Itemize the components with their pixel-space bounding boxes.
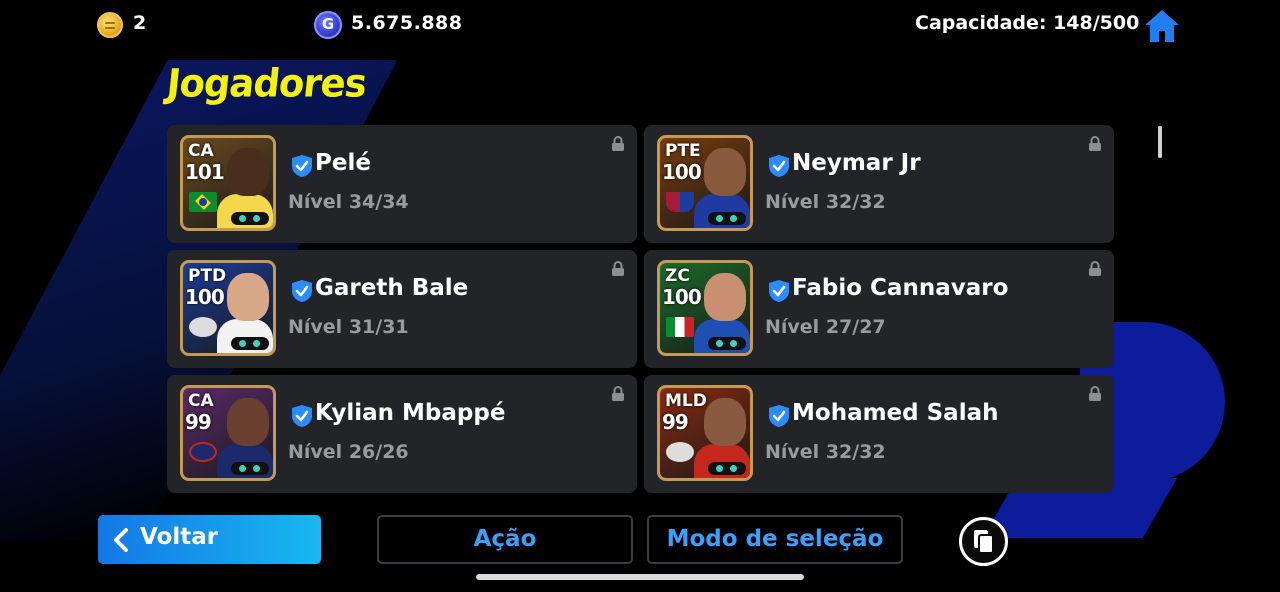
player-card[interactable]: ZC 100 Fabio Cannavaro Nível 27/27 (644, 250, 1114, 368)
player-position: CA (188, 141, 214, 161)
player-portrait: CA 101 (180, 135, 276, 231)
player-level: Nível 32/32 (765, 441, 886, 463)
player-card[interactable]: CA 99 Kylian Mbappé Nível 26/26 (167, 375, 637, 493)
page-title: Jogadores (164, 60, 369, 107)
skill-icons (708, 212, 746, 225)
player-level: Nível 26/26 (288, 441, 409, 463)
player-rating: 100 (662, 160, 702, 184)
player-portrait: PTE 100 (657, 135, 753, 231)
player-position: CA (188, 391, 214, 411)
player-rating: 99 (662, 410, 689, 434)
skill-icons (231, 212, 269, 225)
player-portrait: CA 99 (180, 385, 276, 481)
player-rating: 101 (185, 160, 225, 184)
player-position: MLD (665, 391, 707, 411)
verified-icon (292, 155, 312, 177)
back-button[interactable]: Voltar (98, 515, 321, 564)
player-card[interactable]: PTD 100 Gareth Bale Nível 31/31 (167, 250, 637, 368)
home-icon[interactable] (1143, 8, 1181, 44)
verified-icon (292, 280, 312, 302)
lock-icon[interactable] (1088, 261, 1102, 277)
italy-flag-icon (666, 317, 694, 337)
verified-icon (769, 280, 789, 302)
player-level: Nível 27/27 (765, 316, 886, 338)
home-indicator (476, 574, 804, 580)
player-name: Pelé (315, 150, 371, 176)
psg-crest-icon (189, 442, 217, 462)
player-level: Nível 32/32 (765, 191, 886, 213)
player-portrait: PTD 100 (180, 260, 276, 356)
lock-icon[interactable] (1088, 136, 1102, 152)
back-button-label: Voltar (140, 524, 219, 550)
capacity-label: Capacidade: 148/500 (915, 12, 1140, 34)
barcelona-crest-icon (666, 192, 694, 212)
coin-count: 2 (133, 12, 147, 34)
player-position: PTE (665, 141, 701, 161)
skill-icons (708, 462, 746, 475)
chevron-left-icon (114, 528, 128, 552)
player-position: ZC (665, 266, 690, 286)
player-card[interactable]: MLD 99 Mohamed Salah Nível 32/32 (644, 375, 1114, 493)
lock-icon[interactable] (611, 386, 625, 402)
lock-icon[interactable] (1088, 386, 1102, 402)
player-card[interactable]: PTE 100 Neymar Jr Nível 32/32 (644, 125, 1114, 243)
player-level: Nível 31/31 (288, 316, 409, 338)
player-rating: 100 (662, 285, 702, 309)
player-face-image (704, 398, 746, 446)
player-name: Neymar Jr (792, 150, 921, 176)
player-name: Gareth Bale (315, 275, 469, 301)
player-face-image (704, 148, 746, 196)
player-face-image (227, 148, 269, 196)
brazil-flag-icon (189, 192, 217, 212)
player-rating: 99 (185, 410, 212, 434)
player-position: PTD (188, 266, 227, 286)
player-rating: 100 (185, 285, 225, 309)
skill-icons (231, 337, 269, 350)
gp-icon: G (314, 11, 342, 39)
verified-icon (292, 405, 312, 427)
gp-count: 5.675.888 (351, 12, 463, 34)
copy-icon (974, 530, 994, 554)
action-button[interactable]: Ação (377, 515, 633, 564)
player-name: Fabio Cannavaro (792, 275, 1009, 301)
lock-icon[interactable] (611, 136, 625, 152)
club-crest-icon (189, 317, 217, 337)
club-crest-icon (666, 442, 694, 462)
player-face-image (704, 273, 746, 321)
verified-icon (769, 405, 789, 427)
top-bar: 2 G 5.675.888 Capacidade: 148/500 (0, 0, 1280, 50)
skill-icons (708, 337, 746, 350)
scrollbar[interactable] (1158, 126, 1162, 158)
coin-icon (97, 12, 123, 38)
player-name: Mohamed Salah (792, 400, 999, 426)
player-level: Nível 34/34 (288, 191, 409, 213)
player-card[interactable]: CA 101 Pelé Nível 34/34 (167, 125, 637, 243)
player-face-image (227, 398, 269, 446)
copy-button[interactable] (959, 517, 1008, 566)
player-grid: CA 101 Pelé Nível 34/34 PTE 100 Neymar J… (167, 125, 1114, 507)
verified-icon (769, 155, 789, 177)
skill-icons (231, 462, 269, 475)
player-name: Kylian Mbappé (315, 400, 506, 426)
selection-mode-button[interactable]: Modo de seleção (647, 515, 903, 564)
player-portrait: MLD 99 (657, 385, 753, 481)
player-face-image (227, 273, 269, 321)
player-portrait: ZC 100 (657, 260, 753, 356)
lock-icon[interactable] (611, 261, 625, 277)
